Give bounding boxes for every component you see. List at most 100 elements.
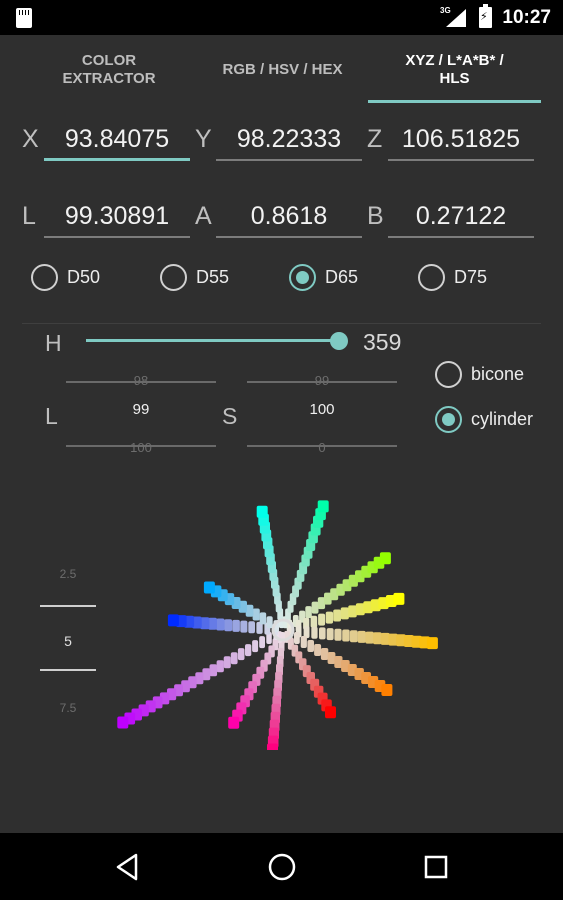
color-block (223, 656, 231, 669)
color-block (232, 619, 240, 632)
color-block (349, 630, 358, 643)
scale-next-value: 7.5 (59, 701, 77, 715)
radio-circle (31, 264, 58, 291)
color-block (325, 611, 334, 624)
color-block (319, 627, 326, 640)
picker-line (247, 381, 397, 383)
y-label: Y (195, 125, 212, 153)
section-divider (22, 323, 541, 324)
color-block (245, 644, 252, 657)
color-block (334, 628, 342, 641)
color-block (208, 617, 217, 630)
y-input[interactable]: 98.22333 (216, 117, 362, 161)
x-label: X (22, 125, 39, 153)
xyz-row: X 93.84075 Y 98.22333 Z 106.51825 (0, 117, 563, 167)
color-block (325, 706, 336, 719)
picker-line (40, 669, 96, 671)
a-star-input[interactable]: 0.8618 (216, 194, 362, 238)
color-block (216, 660, 224, 673)
color-block (357, 630, 366, 643)
color-block (300, 636, 307, 648)
radio-circle-selected (289, 264, 316, 291)
status-time: 10:27 (502, 7, 551, 28)
scale-current-value: 5 (64, 633, 72, 649)
color-block (248, 621, 255, 634)
hue-slider-thumb[interactable] (330, 332, 349, 350)
color-block (317, 500, 329, 513)
l-next-value: 100 (130, 440, 152, 455)
navigation-bar (0, 833, 563, 900)
radio-d65-label: D65 (325, 267, 359, 287)
z-label: Z (367, 125, 383, 153)
x-input[interactable]: 93.84075 (44, 117, 190, 161)
lab-row: L 99.30891 A 0.8618 B 0.27122 (0, 194, 563, 244)
color-block (267, 743, 278, 750)
color-block (348, 605, 357, 618)
color-block (252, 608, 260, 621)
radio-bicone[interactable]: bicone (435, 361, 524, 388)
radio-d50-label: D50 (67, 267, 101, 287)
radio-circle (160, 264, 187, 291)
battery-charging-icon (479, 4, 492, 28)
h-value: 359 (363, 329, 402, 355)
color-block (117, 716, 129, 729)
picker-line (66, 381, 216, 383)
hls-l-label: L (45, 403, 58, 429)
tab-color-extractor[interactable]: COLOR EXTRACTOR (28, 35, 190, 105)
z-input[interactable]: 106.51825 (388, 117, 534, 161)
radio-d50[interactable]: D50 (31, 264, 100, 291)
scale-prev-value: 2.5 (59, 567, 77, 581)
color-block (167, 614, 179, 627)
radio-d55-label: D55 (196, 267, 230, 287)
radio-circle-selected (435, 406, 462, 433)
color-block (426, 637, 438, 650)
tab-bar: COLOR EXTRACTOR RGB / HSV / HEX XYZ / L*… (0, 35, 563, 105)
hls-s-picker[interactable]: 99 100 0 (247, 371, 397, 455)
radio-d75[interactable]: D75 (418, 264, 487, 291)
color-block (259, 636, 265, 649)
radio-circle (435, 361, 462, 388)
color-block (307, 640, 314, 652)
color-block (365, 631, 374, 644)
b-star-label: B (367, 202, 384, 230)
h-label: H (45, 330, 62, 356)
radio-cylinder-label: cylinder (471, 409, 534, 429)
color-block (340, 607, 349, 620)
back-icon[interactable] (107, 847, 147, 887)
radio-cylinder[interactable]: cylinder (435, 406, 533, 433)
radio-d65[interactable]: D65 (289, 264, 358, 291)
scale-picker[interactable]: 2.5 5 7.5 (40, 555, 96, 725)
radio-d55[interactable]: D55 (160, 264, 229, 291)
color-block (240, 620, 248, 633)
home-icon[interactable] (262, 847, 302, 887)
l-star-input[interactable]: 99.30891 (44, 194, 190, 238)
hls-l-picker[interactable]: 98 99 100 (66, 371, 216, 455)
color-block (252, 640, 259, 653)
color-block (203, 581, 215, 594)
color-block (209, 664, 218, 677)
color-block (379, 552, 391, 565)
picker-line (40, 605, 96, 607)
color-block (333, 609, 341, 622)
recents-icon[interactable] (416, 847, 456, 887)
color-block (237, 648, 245, 661)
color-block (216, 618, 225, 631)
color-block (230, 652, 238, 665)
color-block (310, 615, 318, 628)
color-block (373, 632, 382, 645)
color-block (393, 592, 405, 605)
sd-card-icon (16, 8, 32, 28)
tab-rgb-hsv-hex[interactable]: RGB / HSV / HEX (200, 35, 365, 105)
color-block (259, 612, 267, 625)
hue-slider[interactable] (86, 339, 340, 342)
color-block (311, 601, 319, 614)
signal-icon (446, 9, 466, 27)
s-current-value: 100 (309, 401, 335, 418)
tab-xyz-lab-hls[interactable]: XYZ / L*A*B* / HLS (368, 35, 541, 105)
color-block (311, 626, 318, 639)
color-block (327, 652, 336, 664)
l-current-value: 99 (132, 401, 150, 418)
hls-color-space-3d-view[interactable] (95, 490, 440, 750)
color-block (202, 668, 211, 681)
b-star-input[interactable]: 0.27122 (388, 194, 534, 238)
